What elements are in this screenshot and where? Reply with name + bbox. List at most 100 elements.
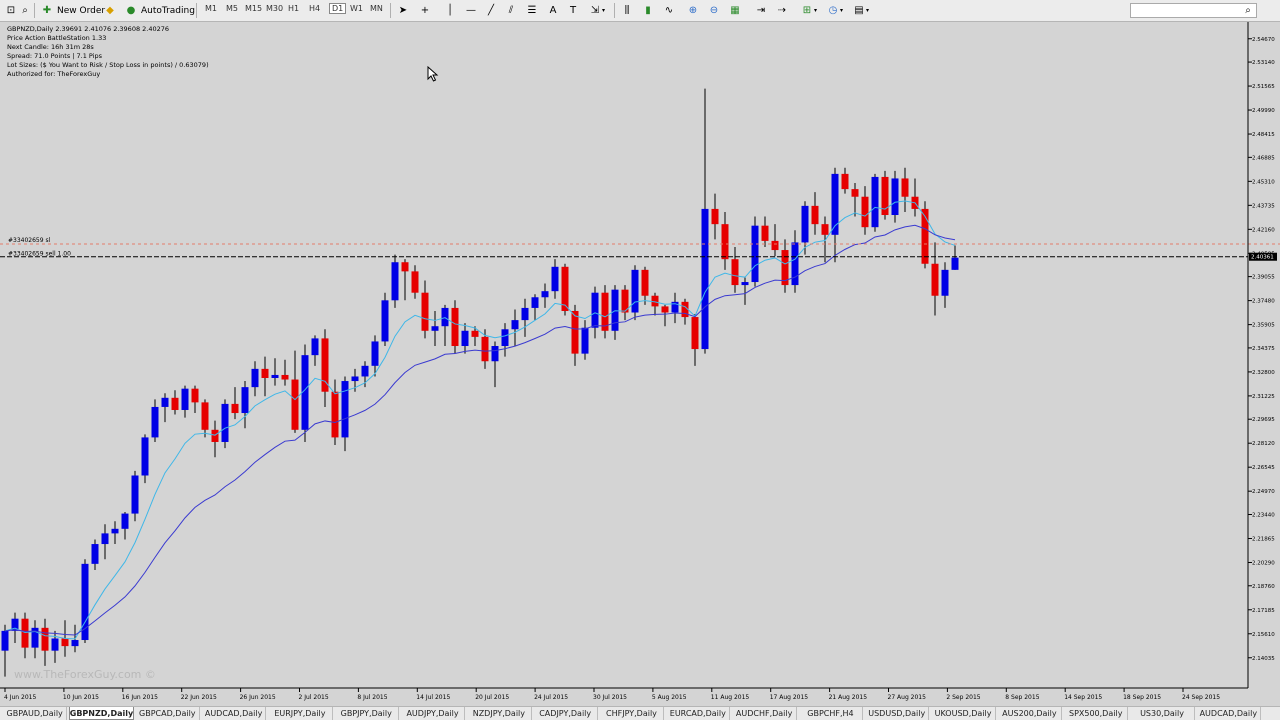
vertical-line-icon[interactable]: │	[443, 2, 457, 19]
trendline-icon[interactable]: ╱	[484, 2, 498, 19]
candle-body	[851, 189, 859, 197]
chart-tab[interactable]: AUDCAD,Daily	[202, 707, 267, 720]
chart-tab[interactable]: GBPJPY,Daily	[335, 707, 399, 720]
candle	[451, 300, 459, 354]
watermark: www.TheForexGuy.com ©	[14, 668, 156, 681]
magnifier-icon[interactable]: ⌕	[18, 2, 32, 19]
zoom-out-icon[interactable]: ⊖	[707, 2, 721, 19]
sell-order-label: #33402659 sell 1.00	[8, 251, 71, 258]
fibonacci-icon[interactable]: ☰	[525, 2, 539, 19]
price-chart[interactable]: #33402659 sl #33402659 sell 1.00 www.The…	[0, 22, 1280, 706]
tf-h4[interactable]: H4	[309, 4, 320, 13]
mouse-cursor-icon	[427, 66, 439, 82]
chart-canvas[interactable]: #33402659 sl #33402659 sell 1.00 www.The…	[0, 22, 1280, 706]
chart-tab[interactable]: EURJPY,Daily	[268, 707, 333, 720]
meta-editor-icon[interactable]: ◆	[103, 2, 117, 19]
candle-body	[631, 269, 639, 313]
candle-body	[431, 326, 439, 331]
chart-tab[interactable]: USDUSD,Daily	[865, 707, 930, 720]
candle-body	[271, 374, 279, 379]
line-chart-icon[interactable]: ∿	[662, 2, 676, 19]
candle-body	[861, 196, 869, 228]
candle-body	[341, 381, 349, 438]
text-label-icon[interactable]: T	[566, 2, 580, 19]
tile-windows-icon[interactable]: ▦	[728, 2, 742, 19]
candle-body	[361, 365, 369, 377]
candle-body	[661, 306, 669, 313]
price-tick-label: 2.32800	[1252, 370, 1275, 376]
autotrading-button[interactable]: ● AutoTrading	[124, 2, 195, 19]
chart-tab[interactable]: EURCAD,Daily	[666, 707, 731, 720]
chart-tab[interactable]: CHFJPY,Daily	[600, 707, 665, 720]
candle	[301, 344, 309, 442]
chart-tab[interactable]: SPX500,Daily	[1064, 707, 1129, 720]
chart-tab[interactable]: AUDCAD,Daily	[1197, 707, 1261, 720]
candle-body	[691, 317, 699, 350]
search-icon[interactable]: ⌕	[1241, 2, 1255, 19]
text-tool-icon[interactable]: A	[546, 2, 560, 19]
chart-tab[interactable]: US30,Daily	[1130, 707, 1195, 720]
tf-m30[interactable]: M30	[266, 4, 283, 13]
crosshair-icon[interactable]: +	[418, 2, 432, 19]
zoom-icon[interactable]: ⊡	[4, 2, 18, 19]
candle-body	[281, 374, 289, 380]
tf-d1[interactable]: D1	[329, 3, 347, 14]
time-tick-label: 24 Sep 2015	[1182, 694, 1220, 701]
chart-tab[interactable]: GBPAUD,Daily	[3, 707, 68, 720]
candle-body	[511, 320, 519, 330]
horizontal-line-icon[interactable]: —	[464, 2, 478, 19]
candlestick-icon[interactable]: ▮	[641, 2, 655, 19]
indicators-icon[interactable]: ⊞ ▾	[800, 2, 817, 19]
chart-tabs: GBPAUD,Daily GBPNZD,Daily GBPCAD,Daily AUDC…	[0, 706, 1280, 720]
time-tick-label: 17 Aug 2015	[770, 694, 809, 701]
autoscroll-icon[interactable]: ⇢	[775, 2, 789, 19]
time-tick-label: 8 Sep 2015	[1005, 694, 1039, 701]
candle-body	[931, 263, 939, 296]
chart-tab[interactable]: GBPCAD,Daily	[136, 707, 200, 720]
tf-m1[interactable]: M1	[205, 4, 217, 13]
candle-body	[421, 292, 429, 331]
chart-tab[interactable]: NZDJPY,Daily	[467, 707, 532, 720]
candle-body	[101, 533, 109, 545]
candle-body	[841, 173, 849, 190]
price-tick-label: 2.21865	[1252, 536, 1275, 542]
candle-body	[821, 224, 829, 235]
price-tick-label: 2.24970	[1252, 489, 1275, 495]
zoom-in-icon[interactable]: ⊕	[686, 2, 700, 19]
tf-h1[interactable]: H1	[288, 4, 299, 13]
tf-mn[interactable]: MN	[370, 4, 383, 13]
chart-tab[interactable]: AUS200,Daily	[998, 707, 1063, 720]
chart-tab[interactable]: AUDJPY,Daily	[401, 707, 466, 720]
templates-icon[interactable]: ▤ ▾	[852, 2, 869, 19]
candle-body	[501, 329, 509, 347]
cursor-tool-icon[interactable]: ➤	[396, 2, 410, 19]
candle-body	[1, 630, 9, 651]
tf-m5[interactable]: M5	[226, 4, 238, 13]
candle-body	[371, 341, 379, 366]
stop-loss-label: #33402659 sl	[8, 237, 51, 244]
chart-tab[interactable]: GBPCHF,H4	[799, 707, 864, 720]
candle-body	[411, 271, 419, 293]
candle	[881, 170, 889, 220]
arrows-dropdown-icon[interactable]: ⇲ ▾	[588, 2, 605, 19]
price-tick-label: 2.46885	[1252, 155, 1275, 161]
chart-tab[interactable]: CADJPY,Daily	[534, 707, 598, 720]
time-tick-label: 2 Jul 2015	[299, 694, 329, 701]
time-tick-label: 8 Jul 2015	[357, 694, 387, 701]
candle-body	[441, 307, 449, 327]
channel-icon[interactable]: ⫽	[504, 2, 518, 19]
tf-w1[interactable]: W1	[350, 4, 363, 13]
candle-body	[641, 269, 649, 296]
periods-icon[interactable]: ◷ ▾	[826, 2, 843, 19]
chart-tab[interactable]: UKOUSD,Daily	[931, 707, 996, 720]
candle-body	[41, 627, 49, 651]
chart-tab[interactable]: AUDCHF,Daily	[732, 707, 797, 720]
new-order-button[interactable]: ✚ New Order	[40, 2, 105, 19]
chart-shift-icon[interactable]: ⇥	[754, 2, 768, 19]
tf-m15[interactable]: M15	[245, 4, 262, 13]
chart-tab[interactable]: GBPNZD,Daily	[69, 707, 134, 720]
search-input[interactable]	[1130, 3, 1257, 18]
candle	[751, 216, 759, 287]
price-tick-label: 2.39055	[1252, 275, 1275, 281]
bar-chart-icon[interactable]: ⫼	[620, 2, 634, 19]
